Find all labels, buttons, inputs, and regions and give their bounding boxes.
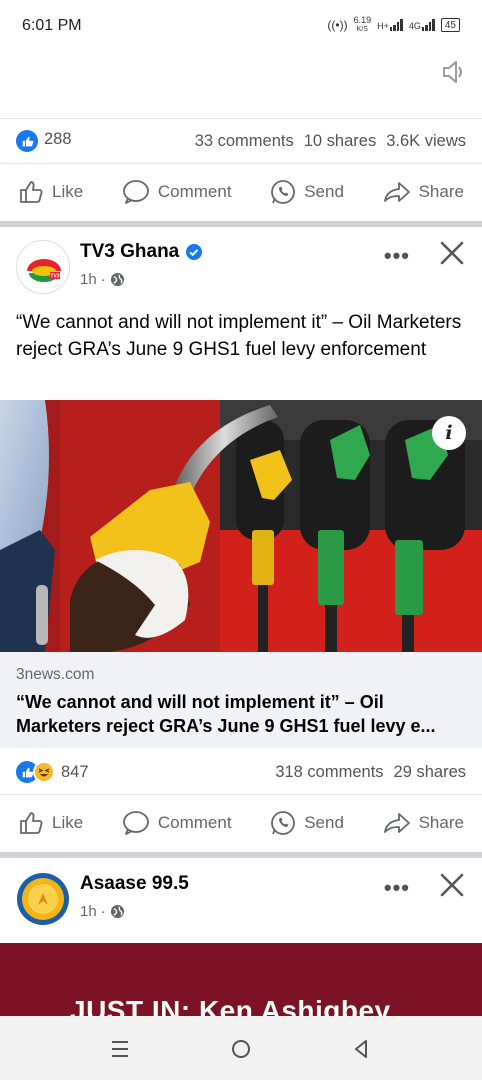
- post1-stats: 288 33 comments 10 shares 3.6K views: [0, 121, 482, 161]
- post1-shares-count[interactable]: 10 shares: [304, 132, 376, 151]
- share-button[interactable]: Share: [383, 179, 464, 205]
- post2-comments-count[interactable]: 318 comments: [275, 763, 383, 782]
- close-icon[interactable]: [438, 871, 466, 899]
- post2-header: TV3 TV3 Ghana 1h · •••: [0, 233, 482, 303]
- post-separator: [0, 852, 482, 858]
- share-button[interactable]: Share: [383, 810, 464, 836]
- speaker-muted-icon[interactable]: [438, 57, 468, 87]
- divider: [0, 794, 482, 795]
- post2-shares-count[interactable]: 29 shares: [394, 763, 466, 782]
- post2-actions: Like Comment Send Share: [0, 801, 482, 845]
- post1-actions: Like Comment Send Share: [0, 170, 482, 214]
- post3-meta: 1h ·: [80, 903, 125, 920]
- post-separator: [0, 221, 482, 227]
- comment-button[interactable]: Comment: [122, 179, 232, 205]
- status-time: 6:01 PM: [22, 17, 82, 34]
- post3-banner[interactable]: JUST IN: Ken Ashigbey: [0, 943, 482, 1018]
- like-reaction-icon: [16, 130, 38, 152]
- share-arrow-icon: [383, 813, 410, 833]
- android-nav-bar: [0, 1016, 482, 1080]
- status-bar: 6:01 PM ((•)) 6.19 K/S H+ 4G 45: [0, 0, 482, 52]
- post2-page-name[interactable]: TV3 Ghana: [80, 241, 203, 263]
- back-icon[interactable]: [346, 1034, 376, 1064]
- thumbs-up-icon: [20, 812, 43, 834]
- post3-banner-text: JUST IN: Ken Ashigbey: [70, 995, 391, 1018]
- info-icon[interactable]: i: [432, 416, 466, 450]
- whatsapp-icon: [271, 811, 296, 835]
- post3-page-name[interactable]: Asaase 99.5: [80, 873, 189, 895]
- signal-icon-1: H+: [377, 19, 403, 31]
- comment-button[interactable]: Comment: [122, 810, 232, 836]
- post1-comments-count[interactable]: 33 comments: [195, 132, 294, 151]
- post1-views-count: 3.6K views: [386, 131, 466, 150]
- hotspot-icon: ((•)): [327, 18, 348, 32]
- battery-icon: 45: [440, 18, 460, 32]
- more-options-icon[interactable]: •••: [384, 243, 410, 269]
- like-button[interactable]: Like: [18, 179, 83, 205]
- globe-icon: [110, 904, 124, 919]
- recent-apps-icon[interactable]: [105, 1034, 135, 1064]
- verified-badge-icon: [186, 244, 203, 260]
- whatsapp-icon: [271, 180, 296, 204]
- link-title: “We cannot and will not implement it” – …: [16, 692, 436, 736]
- globe-icon: [110, 272, 124, 287]
- comment-icon: [122, 811, 149, 835]
- close-icon[interactable]: [438, 239, 466, 267]
- asaase-avatar[interactable]: [16, 872, 70, 926]
- thumbs-up-icon: [20, 181, 43, 203]
- share-arrow-icon: [383, 182, 410, 202]
- home-icon[interactable]: [226, 1034, 256, 1064]
- net-speed: 6.19 K/S: [353, 15, 372, 34]
- send-button[interactable]: Send: [270, 810, 344, 836]
- signal-icon-2: 4G: [409, 19, 435, 31]
- send-button[interactable]: Send: [270, 179, 344, 205]
- post2-meta: 1h ·: [80, 271, 125, 288]
- haha-reaction-icon: [33, 761, 55, 783]
- post2-text: “We cannot and will not implement it” – …: [16, 312, 462, 360]
- divider: [0, 163, 482, 164]
- svg-text:TV3: TV3: [50, 274, 59, 280]
- post2-reactions[interactable]: 847: [16, 761, 89, 783]
- link-domain: 3news.com: [16, 666, 95, 683]
- tv3-ghana-avatar[interactable]: TV3: [16, 240, 70, 294]
- post3-header: Asaase 99.5 1h · •••: [0, 865, 482, 935]
- link-preview[interactable]: 3news.com “We cannot and will not implem…: [0, 652, 482, 748]
- like-button[interactable]: Like: [18, 810, 83, 836]
- video-area[interactable]: [0, 52, 482, 118]
- post1-reactions[interactable]: 288: [16, 130, 72, 152]
- divider: [0, 118, 482, 119]
- comment-icon: [122, 180, 149, 204]
- post2-stats: 847 318 comments 29 shares: [0, 752, 482, 792]
- status-icons: ((•)) 6.19 K/S H+ 4G 45: [327, 16, 460, 34]
- post2-photo[interactable]: i: [0, 400, 482, 652]
- more-options-icon[interactable]: •••: [384, 875, 410, 901]
